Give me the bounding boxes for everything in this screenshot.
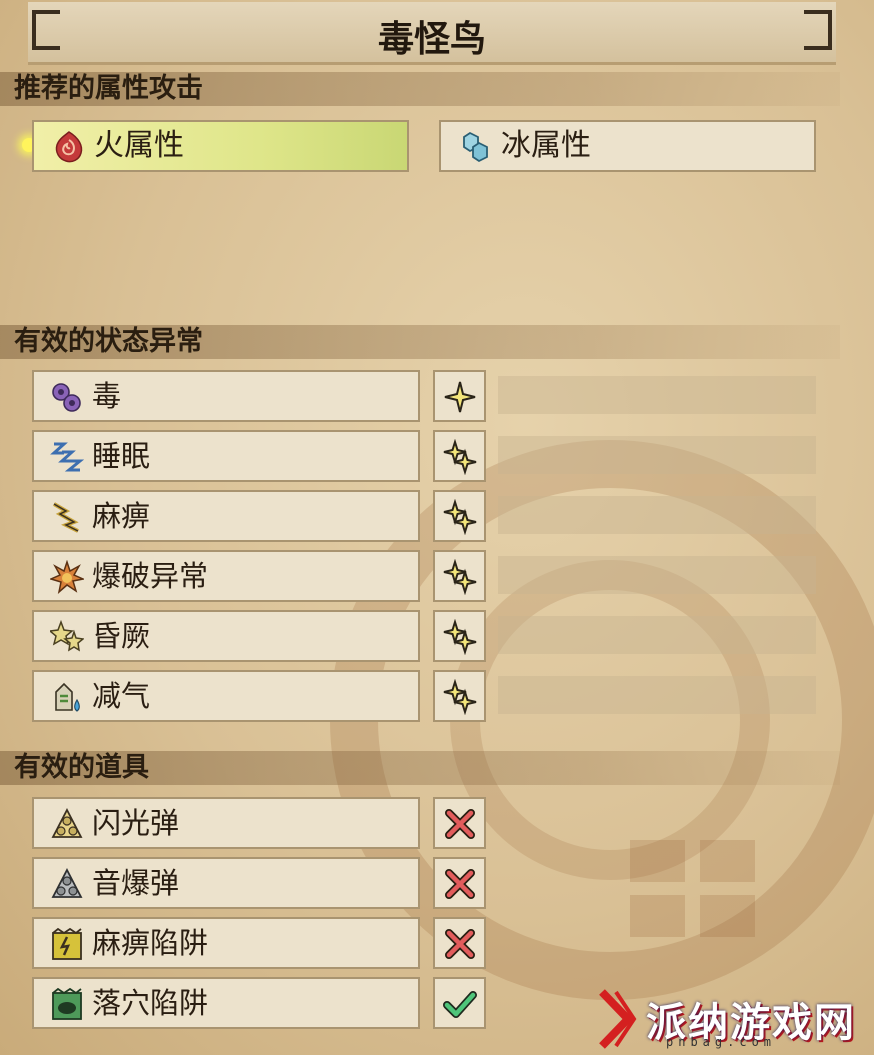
title-bar: 毒怪鸟 xyxy=(28,2,836,65)
status-label: 睡眠 xyxy=(92,439,151,473)
item-row-flash-pod[interactable]: 闪光弹 xyxy=(32,797,420,849)
status-rating-sleep xyxy=(433,430,486,482)
status-rating-paralysis xyxy=(433,490,486,542)
watermark-url: pnbag.com xyxy=(666,1035,777,1049)
shock-trap-icon xyxy=(52,927,82,960)
cross-icon xyxy=(445,929,475,959)
star-icon xyxy=(444,381,476,413)
item-effect-flash-pod xyxy=(433,797,486,849)
status-row-stun[interactable]: 昏厥 xyxy=(32,610,420,662)
item-label: 麻痹陷阱 xyxy=(92,926,209,960)
decorative-stripe xyxy=(498,676,816,714)
double-star-icon xyxy=(443,559,477,595)
decorative-stripe xyxy=(498,376,816,414)
status-label: 爆破异常 xyxy=(92,559,209,593)
screamer-pod-icon xyxy=(51,868,83,898)
element-fire[interactable]: 火属性 xyxy=(32,120,409,172)
status-label: 毒 xyxy=(92,379,122,413)
item-label: 落穴陷阱 xyxy=(92,986,209,1020)
flash-pod-icon xyxy=(51,808,83,838)
status-rating-poison xyxy=(433,370,486,422)
check-icon xyxy=(443,991,477,1018)
status-rating-stun xyxy=(433,610,486,662)
site-watermark: 派纳游戏网 pnbag.com xyxy=(598,986,870,1052)
element-label: 火属性 xyxy=(94,128,184,163)
status-label: 昏厥 xyxy=(92,619,151,653)
status-rating-blast xyxy=(433,550,486,602)
item-effect-screamer-pod xyxy=(433,857,486,909)
decorative-stripe xyxy=(498,496,816,534)
status-row-exhaust[interactable]: 减气 xyxy=(32,670,420,722)
section-heading-elements: 推荐的属性攻击 xyxy=(0,72,840,106)
exhaust-icon xyxy=(55,682,80,712)
double-star-icon xyxy=(443,439,477,475)
ice-icon xyxy=(463,131,488,163)
item-label: 音爆弹 xyxy=(92,866,180,900)
double-star-icon xyxy=(443,619,477,655)
site-logo-icon xyxy=(599,989,637,1049)
decorative-stripe xyxy=(498,616,816,654)
item-effect-pitfall-trap xyxy=(433,977,486,1029)
section-heading-items: 有效的道具 xyxy=(0,751,840,785)
fire-icon xyxy=(55,131,83,163)
item-row-screamer-pod[interactable]: 音爆弹 xyxy=(32,857,420,909)
section-heading-status: 有效的状态异常 xyxy=(0,325,840,359)
sleep-icon xyxy=(50,442,84,472)
cross-icon xyxy=(445,809,475,839)
status-label: 麻痹 xyxy=(92,499,151,533)
status-rating-exhaust xyxy=(433,670,486,722)
status-row-sleep[interactable]: 睡眠 xyxy=(32,430,420,482)
decorative-stripe xyxy=(498,436,816,474)
item-row-pitfall-trap[interactable]: 落穴陷阱 xyxy=(32,977,420,1029)
element-label: 冰属性 xyxy=(501,128,591,163)
status-label: 减气 xyxy=(92,679,151,713)
poison-icon xyxy=(52,383,81,412)
background-emblem-grid xyxy=(630,840,760,940)
status-row-blast[interactable]: 爆破异常 xyxy=(32,550,420,602)
background-emblem-inner xyxy=(450,560,770,880)
decorative-stripe xyxy=(498,556,816,594)
paralysis-icon xyxy=(52,502,79,533)
pitfall-trap-icon xyxy=(52,987,82,1020)
item-row-shock-trap[interactable]: 麻痹陷阱 xyxy=(32,917,420,969)
element-ice[interactable]: 冰属性 xyxy=(439,120,816,172)
double-star-icon xyxy=(443,499,477,535)
item-effect-shock-trap xyxy=(433,917,486,969)
cross-icon xyxy=(445,869,475,899)
status-row-paralysis[interactable]: 麻痹 xyxy=(32,490,420,542)
double-star-icon xyxy=(443,679,477,715)
status-row-poison[interactable]: 毒 xyxy=(32,370,420,422)
item-label: 闪光弹 xyxy=(92,806,180,840)
stun-icon xyxy=(50,620,84,652)
monster-name: 毒怪鸟 xyxy=(377,19,486,60)
blast-icon xyxy=(50,560,84,594)
